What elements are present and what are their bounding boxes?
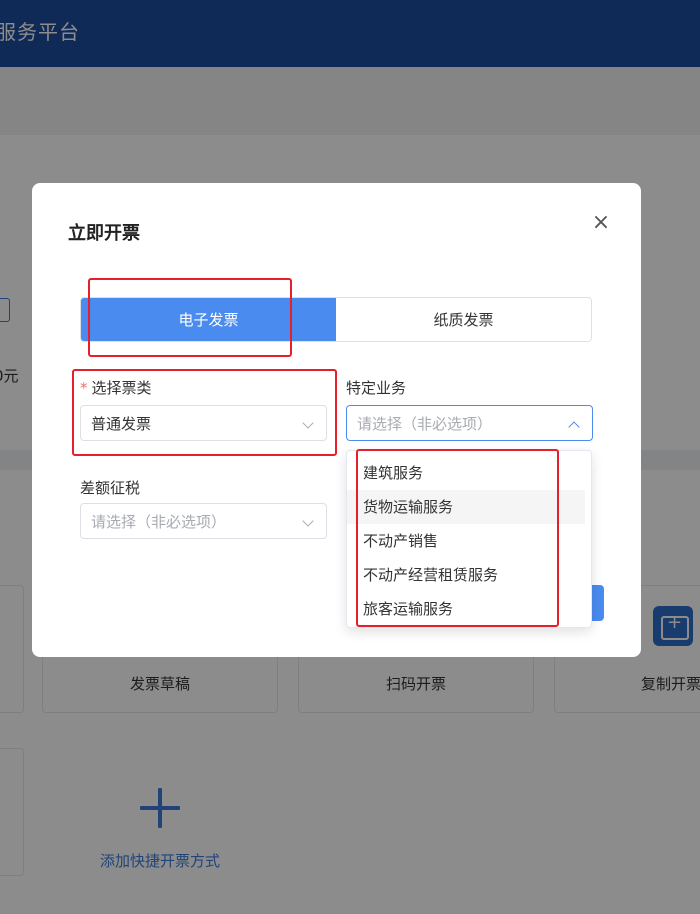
differential-tax-label: 差额征税 — [80, 479, 141, 497]
differential-tax-placeholder: 请选择（非必选项） — [91, 512, 227, 531]
ticket-type-label-text: 选择票类 — [91, 379, 152, 397]
tab-electronic-invoice[interactable]: 电子发票 — [81, 298, 336, 341]
option-real-estate-lease-service[interactable]: 不动产经营租赁服务 — [347, 558, 585, 592]
option-freight-transport-service[interactable]: 货物运输服务 — [347, 490, 585, 524]
special-business-label: 特定业务 — [346, 379, 407, 397]
ticket-type-value: 普通发票 — [91, 414, 152, 433]
option-construction-service[interactable]: 建筑服务 — [347, 456, 585, 490]
special-business-placeholder: 请选择（非必选项） — [357, 414, 493, 433]
differential-tax-select[interactable]: 请选择（非必选项） — [80, 503, 327, 539]
special-business-select[interactable]: 请选择（非必选项） — [346, 405, 593, 441]
confirm-button[interactable] — [592, 585, 604, 621]
ticket-type-label: * 选择票类 — [80, 377, 152, 398]
ticket-type-select[interactable]: 普通发票 — [80, 405, 327, 441]
option-passenger-transport-service[interactable]: 旅客运输服务 — [347, 592, 585, 626]
invoice-format-tabs: 电子发票 纸质发票 — [80, 297, 592, 342]
chevron-down-icon — [302, 417, 314, 429]
required-mark: * — [80, 379, 88, 397]
tab-paper-invoice[interactable]: 纸质发票 — [336, 298, 591, 341]
special-business-dropdown: 建筑服务 货物运输服务 不动产销售 不动产经营租赁服务 旅客运输服务 — [346, 450, 592, 628]
dialog-title: 立即开票 — [68, 223, 140, 244]
close-icon[interactable]: × — [589, 211, 613, 235]
option-real-estate-sale[interactable]: 不动产销售 — [347, 524, 585, 558]
chevron-up-icon — [568, 421, 580, 433]
chevron-down-icon — [302, 515, 314, 527]
